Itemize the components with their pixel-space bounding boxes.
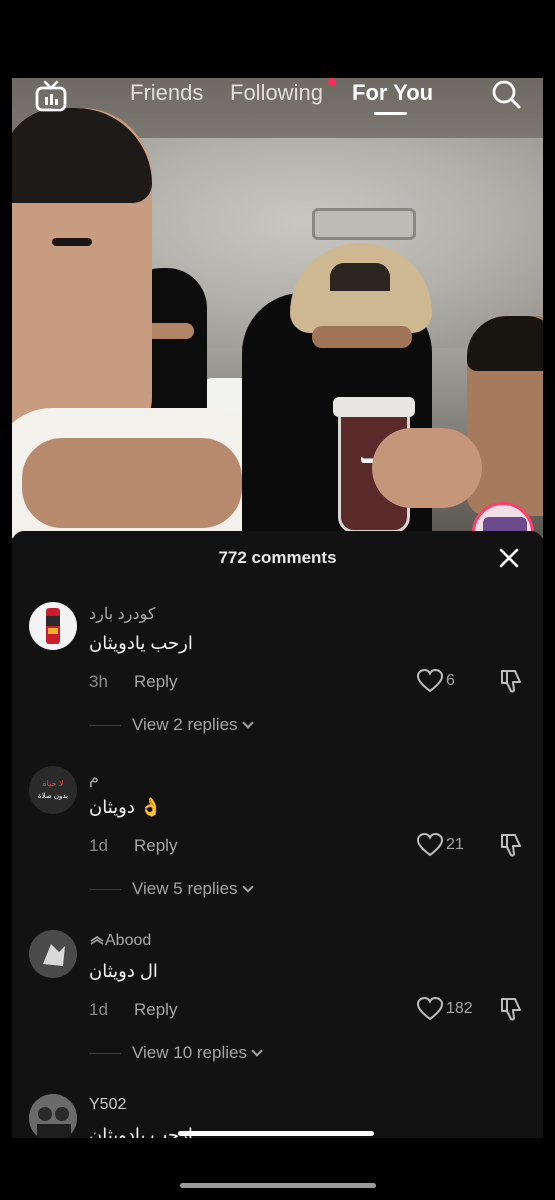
app-screen: ℸ Friends Following For You 772 comments xyxy=(12,78,543,1138)
avatar[interactable] xyxy=(29,602,77,650)
reply-button[interactable]: Reply xyxy=(134,672,177,692)
top-navigation: Friends Following For You xyxy=(12,78,543,118)
avatar[interactable] xyxy=(29,930,77,978)
comment-username[interactable]: م xyxy=(89,768,99,788)
tab-friends[interactable]: Friends xyxy=(130,80,203,106)
tab-following[interactable]: Following xyxy=(230,80,323,106)
notification-dot xyxy=(328,78,336,86)
home-indicator[interactable] xyxy=(178,1131,374,1136)
comment-time: 1d xyxy=(89,1000,108,1019)
comment-username[interactable]: Y502 xyxy=(89,1096,126,1114)
dislike-icon[interactable] xyxy=(498,668,524,694)
view-replies-button[interactable]: View 5 replies xyxy=(132,879,254,899)
like-count: 182 xyxy=(446,1000,473,1017)
chevron-down-icon xyxy=(241,717,254,729)
comment-item: Abood ال دويثان 1d Reply 182 View 10 rep… xyxy=(12,930,543,1094)
dislike-icon[interactable] xyxy=(498,832,524,858)
reply-button[interactable]: Reply xyxy=(134,836,177,856)
like-count: 6 xyxy=(446,672,455,689)
chevron-down-icon xyxy=(251,1045,263,1057)
chevron-up-double-icon xyxy=(90,936,104,945)
comment-text: دويثان 👌 xyxy=(89,797,163,817)
comment-text: ارحب يادويثان xyxy=(89,633,193,653)
svg-text:بدون صلاة: بدون صلاة xyxy=(38,792,68,800)
comment-time: 3h xyxy=(89,672,108,691)
heart-icon[interactable] xyxy=(417,997,443,1021)
comment-username[interactable]: كودرد بارد xyxy=(89,604,155,624)
comment-time: 1d xyxy=(89,836,108,855)
system-home-bar[interactable] xyxy=(180,1183,376,1188)
avatar[interactable]: لا حياة بدون صلاة xyxy=(29,766,77,814)
reply-button[interactable]: Reply xyxy=(134,1000,177,1020)
view-replies-button[interactable]: View 10 replies xyxy=(132,1043,263,1063)
comment-item: لا حياة بدون صلاة م دويثان 👌 1d Reply 21… xyxy=(12,766,543,930)
active-tab-indicator xyxy=(374,112,407,115)
comments-panel: 772 comments كودرد بارد ارحب يادويثان 3h… xyxy=(12,531,543,1138)
close-icon[interactable] xyxy=(498,547,520,569)
view-replies-button[interactable]: View 2 replies xyxy=(132,715,254,735)
person-one xyxy=(12,108,152,438)
heart-icon[interactable] xyxy=(417,669,443,693)
comment-text: ال دويثان xyxy=(89,961,158,981)
tv-icon[interactable] xyxy=(34,80,68,112)
dome-light xyxy=(312,208,416,240)
person-four xyxy=(467,316,543,516)
comment-username[interactable]: Abood xyxy=(89,932,151,950)
dislike-icon[interactable] xyxy=(498,996,524,1022)
comments-count-title: 772 comments xyxy=(218,548,337,567)
tab-for-you[interactable]: For You xyxy=(352,80,433,106)
chevron-down-icon xyxy=(241,881,254,893)
heart-icon[interactable] xyxy=(417,833,443,857)
comment-item: كودرد بارد ارحب يادويثان 3h Reply 6 View… xyxy=(12,602,543,766)
video-player[interactable]: ℸ xyxy=(12,78,543,538)
like-count: 21 xyxy=(446,836,464,853)
svg-text:لا حياة: لا حياة xyxy=(42,779,63,788)
avatar[interactable] xyxy=(29,1094,77,1138)
search-icon[interactable] xyxy=(490,78,522,110)
